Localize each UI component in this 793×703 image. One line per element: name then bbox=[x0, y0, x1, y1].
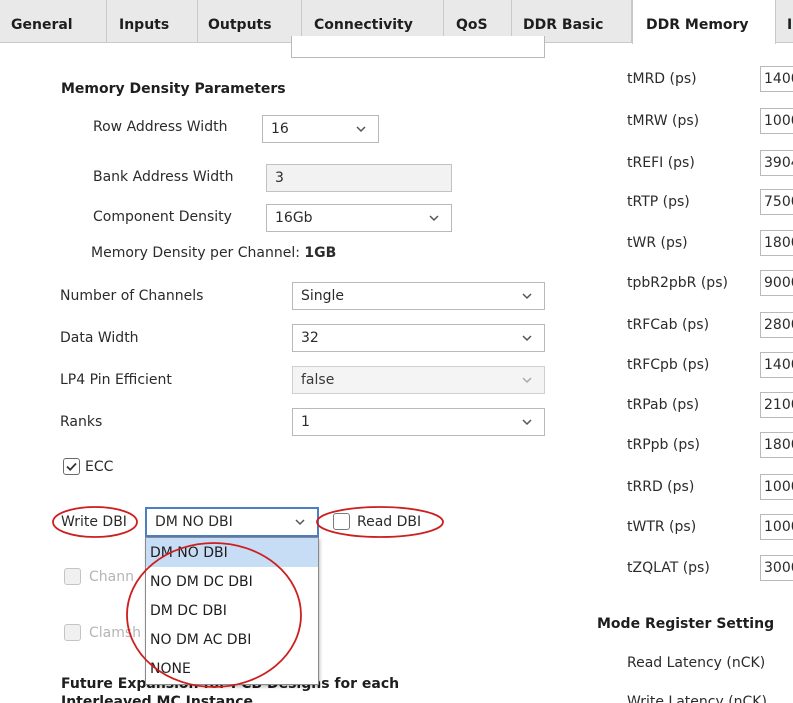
tab-label: QoS bbox=[456, 17, 488, 33]
timing-input-trppb[interactable]: 1800 bbox=[760, 432, 793, 458]
data-width-select[interactable]: 32 bbox=[292, 324, 545, 352]
density-per-channel-value: 1GB bbox=[304, 245, 337, 261]
write-latency-label: Write Latency (nCK) bbox=[627, 694, 767, 703]
tab-inputs[interactable]: Inputs bbox=[107, 0, 198, 43]
timing-label-trrd: tRRD (ps) bbox=[627, 479, 695, 495]
timing-input-tmrd[interactable]: 1400 bbox=[760, 66, 793, 92]
timing-input-trpab[interactable]: 2100 bbox=[760, 392, 793, 418]
component-density-select[interactable]: 16Gb bbox=[266, 204, 452, 232]
tab-label: Outputs bbox=[208, 17, 272, 33]
density-per-channel: Memory Density per Channel: 1GB bbox=[91, 245, 336, 261]
future-expansion-title-line2: Interleaved MC Instance bbox=[61, 694, 254, 703]
read-latency-label: Read Latency (nCK) bbox=[627, 655, 766, 671]
timing-label-trfcab: tRFCab (ps) bbox=[627, 317, 710, 333]
tab-label: DDR Basic bbox=[523, 17, 604, 33]
mode-register-section-title: Mode Register Setting bbox=[597, 616, 775, 632]
clamshell-checkbox bbox=[64, 624, 81, 641]
number-of-channels-value: Single bbox=[301, 288, 345, 304]
tab-next[interactable]: I bbox=[776, 0, 793, 43]
timing-input-trfcab[interactable]: 2800 bbox=[760, 312, 793, 338]
timing-input-twtr[interactable]: 1000 bbox=[760, 514, 793, 540]
lp4-pin-efficient-value: false bbox=[301, 372, 335, 388]
ranks-value: 1 bbox=[301, 414, 310, 430]
chevron-down-icon bbox=[520, 415, 534, 429]
tab-label: General bbox=[11, 17, 73, 33]
number-of-channels-select[interactable]: Single bbox=[292, 282, 545, 310]
component-density-value: 16Gb bbox=[275, 210, 313, 226]
tab-label: Connectivity bbox=[314, 17, 413, 33]
timing-label-trefi: tREFI (ps) bbox=[627, 155, 695, 171]
timing-label-tpbr2pbr: tpbR2pbR (ps) bbox=[627, 275, 728, 291]
memory-density-section-title: Memory Density Parameters bbox=[61, 81, 286, 97]
write-dbi-label: Write DBI bbox=[61, 514, 127, 530]
chevron-down-icon bbox=[354, 122, 368, 136]
chevron-down-icon bbox=[520, 289, 534, 303]
timing-label-trtp: tRTP (ps) bbox=[627, 194, 690, 210]
read-dbi-checkbox[interactable] bbox=[333, 513, 350, 530]
row-address-width-value: 16 bbox=[271, 121, 289, 137]
chevron-down-icon bbox=[427, 211, 441, 225]
channel-checkbox-label: Chann bbox=[89, 569, 134, 585]
row-address-width-select[interactable]: 16 bbox=[262, 115, 379, 143]
timing-input-tpbr2pbr[interactable]: 9000 bbox=[760, 270, 793, 296]
checkmark-icon bbox=[66, 462, 77, 471]
number-of-channels-label: Number of Channels bbox=[60, 288, 204, 304]
ecc-label: ECC bbox=[85, 459, 114, 475]
ecc-checkbox[interactable] bbox=[63, 458, 80, 475]
timing-input-tzqlat[interactable]: 3000 bbox=[760, 555, 793, 581]
tab-outputs[interactable]: Outputs bbox=[198, 0, 302, 43]
write-dbi-dropdown: DM NO DBI NO DM DC DBI DM DC DBI NO DM A… bbox=[145, 537, 319, 685]
timing-label-twtr: tWTR (ps) bbox=[627, 519, 697, 535]
timing-input-trfcpb[interactable]: 1400 bbox=[760, 352, 793, 378]
timing-input-trefi[interactable]: 3904 bbox=[760, 150, 793, 176]
timing-label-trfcpb: tRFCpb (ps) bbox=[627, 357, 710, 373]
timing-label-trppb: tRPpb (ps) bbox=[627, 437, 700, 453]
timing-label-tmrw: tMRW (ps) bbox=[627, 113, 700, 129]
timing-input-trrd[interactable]: 1000 bbox=[760, 474, 793, 500]
timing-input-trtp[interactable]: 7500 bbox=[760, 189, 793, 215]
tab-ddr-memory[interactable]: DDR Memory bbox=[632, 0, 776, 44]
bank-address-width-field: 3 bbox=[266, 164, 452, 192]
chevron-down-icon bbox=[520, 373, 534, 387]
clamshell-checkbox-label: Clamsh bbox=[89, 625, 142, 641]
chevron-down-icon bbox=[293, 515, 307, 529]
tab-label: I bbox=[787, 17, 793, 33]
read-dbi-label: Read DBI bbox=[357, 514, 422, 530]
timing-label-trpab: tRPab (ps) bbox=[627, 397, 700, 413]
bank-address-width-label: Bank Address Width bbox=[93, 169, 234, 185]
density-per-channel-label: Memory Density per Channel: bbox=[91, 245, 305, 261]
chevron-down-icon bbox=[520, 331, 534, 345]
bank-address-width-value: 3 bbox=[275, 170, 284, 186]
tab-general[interactable]: General bbox=[0, 0, 107, 43]
tab-label: Inputs bbox=[119, 17, 170, 33]
timing-label-tmrd: tMRD (ps) bbox=[627, 71, 697, 87]
partial-top-field[interactable] bbox=[291, 36, 545, 58]
dropdown-option-no-dm-dc-dbi[interactable]: NO DM DC DBI bbox=[146, 567, 318, 596]
dropdown-option-dm-dc-dbi[interactable]: DM DC DBI bbox=[146, 596, 318, 625]
ranks-select[interactable]: 1 bbox=[292, 408, 545, 436]
timing-input-tmrw[interactable]: 1000 bbox=[760, 108, 793, 134]
data-width-value: 32 bbox=[301, 330, 319, 346]
timing-label-twr: tWR (ps) bbox=[627, 235, 688, 251]
write-dbi-value: DM NO DBI bbox=[155, 514, 233, 530]
channel-checkbox bbox=[64, 568, 81, 585]
data-width-label: Data Width bbox=[60, 330, 139, 346]
write-dbi-select[interactable]: DM NO DBI bbox=[145, 507, 319, 537]
dropdown-option-dm-no-dbi[interactable]: DM NO DBI bbox=[146, 538, 318, 567]
tab-label: DDR Memory bbox=[646, 17, 749, 33]
timing-input-twr[interactable]: 1800 bbox=[760, 230, 793, 256]
timing-label-tzqlat: tZQLAT (ps) bbox=[627, 560, 710, 576]
lp4-pin-efficient-label: LP4 Pin Efficient bbox=[60, 372, 172, 388]
dropdown-option-none[interactable]: NONE bbox=[146, 654, 318, 683]
lp4-pin-efficient-select: false bbox=[292, 366, 545, 394]
row-address-width-label: Row Address Width bbox=[93, 119, 228, 135]
ranks-label: Ranks bbox=[60, 414, 103, 430]
component-density-label: Component Density bbox=[93, 209, 232, 225]
dropdown-option-no-dm-ac-dbi[interactable]: NO DM AC DBI bbox=[146, 625, 318, 654]
